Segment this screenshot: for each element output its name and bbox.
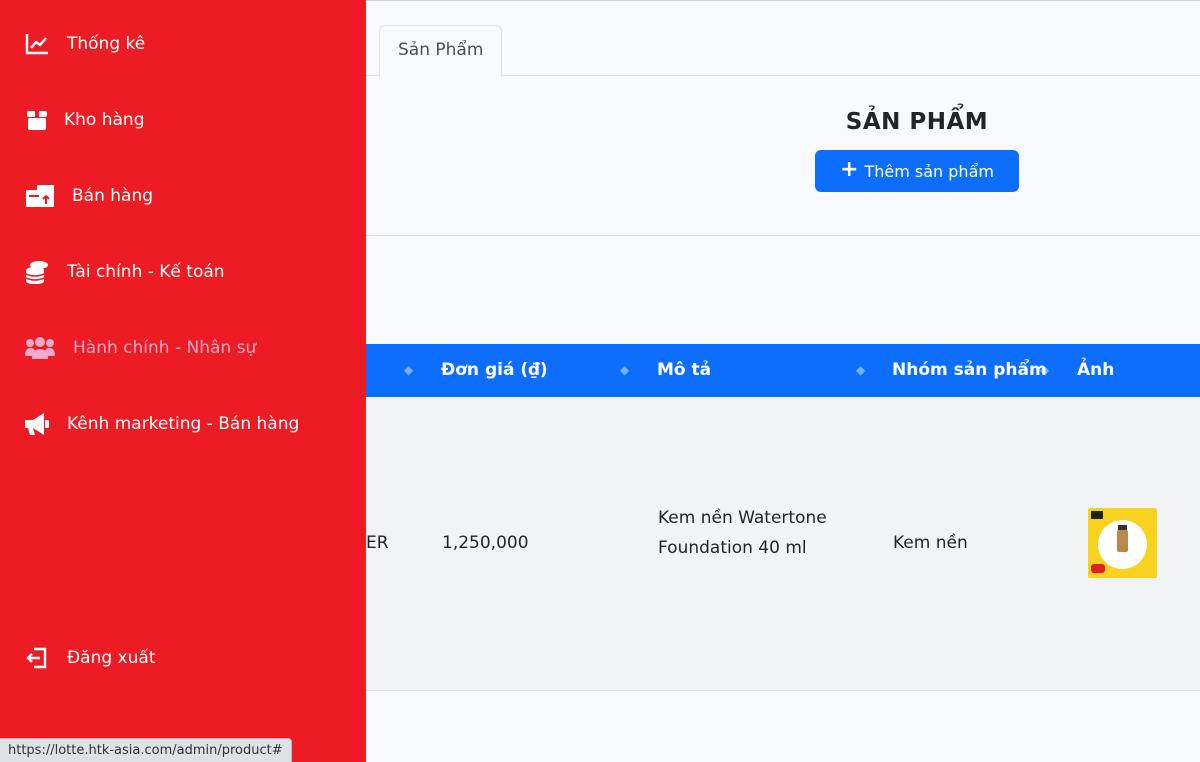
tab-san-pham[interactable]: Sản Phẩm [379,25,503,77]
column-header-image[interactable]: Ảnh [1077,344,1114,397]
description-line: Foundation 40 ml [658,538,807,558]
column-header-price[interactable]: Đơn giá (₫) [441,344,548,397]
add-product-button[interactable]: + Thêm sản phẩm [815,150,1019,192]
coins-icon [24,259,50,285]
sale-tag-shape [1091,564,1105,573]
cell-description: Kem nền Watertone Foundation 40 ml [658,503,827,563]
sidebar-item-thong-ke[interactable]: Thống kê [24,31,145,57]
sidebar-item-marketing[interactable]: Kênh marketing - Bán hàng [24,411,299,437]
brand-logo-shape [1091,511,1103,519]
cell-code: ER [366,533,389,553]
logout-label: Đăng xuất [67,648,156,668]
sort-icon[interactable]: ◆ [620,344,629,397]
megaphone-icon [24,411,50,437]
box-icon [24,107,50,133]
sidebar-item-label: Kênh marketing - Bán hàng [67,414,300,434]
product-thumbnail[interactable] [1088,508,1157,578]
sidebar: Thống kê Kho hàng Bán hàng Tài chính - K… [0,0,366,762]
sidebar-item-tai-chinh[interactable]: Tài chính - Kế toán [24,259,225,285]
logout-icon [24,645,50,671]
bottle-shape [1117,530,1128,552]
logout-button[interactable]: Đăng xuất [24,645,155,671]
sort-icon[interactable]: ◆ [404,344,413,397]
sidebar-item-ban-hang[interactable]: Bán hàng [24,183,153,209]
plus-icon: + [840,157,859,182]
description-line: Kem nền Watertone [658,508,827,528]
status-bar-url: https://lotte.htk-asia.com/admin/product… [0,738,292,762]
sidebar-item-label: Kho hàng [64,110,145,130]
sidebar-item-kho-hang[interactable]: Kho hàng [24,107,144,133]
users-icon [24,335,56,361]
store-icon [24,183,56,209]
sidebar-item-label: Bán hàng [72,186,154,206]
column-header-description[interactable]: Mô tả [657,344,711,397]
sidebar-item-label: Thống kê [67,34,146,54]
sidebar-item-label: Hành chính - Nhân sự [73,338,257,358]
column-header-group[interactable]: Nhóm sản phẩm [892,344,1047,397]
sidebar-item-hanh-chinh[interactable]: Hành chính - Nhân sự [24,335,256,361]
cell-price: 1,250,000 [442,533,529,553]
sidebar-item-label: Tài chính - Kế toán [67,262,225,282]
page-title: SẢN PHẨM [845,109,989,135]
cell-group: Kem nền [893,533,968,553]
add-product-label: Thêm sản phẩm [864,161,994,181]
sort-icon[interactable]: ◆ [856,344,865,397]
sort-icon[interactable]: ◆ [1040,344,1049,397]
chart-line-icon [24,31,50,57]
